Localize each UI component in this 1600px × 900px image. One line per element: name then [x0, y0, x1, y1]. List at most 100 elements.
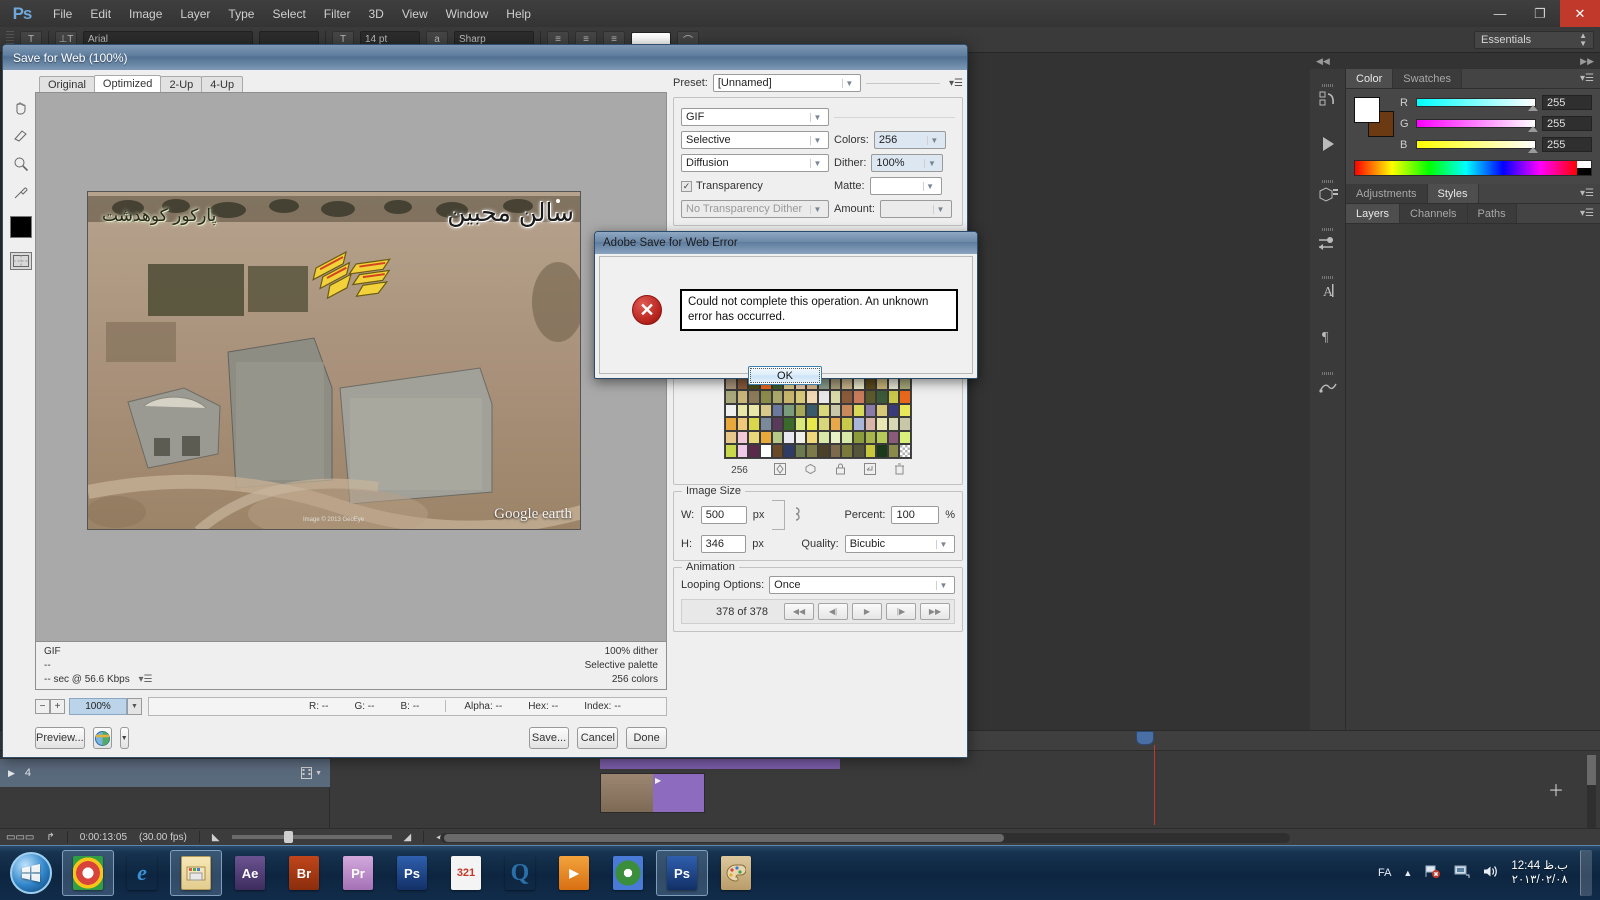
volume-icon[interactable]: [1482, 864, 1499, 882]
color-table-swatch[interactable]: [864, 417, 877, 431]
preset-select[interactable]: [Unnamed] ▼: [712, 74, 861, 92]
hand-tool-icon[interactable]: [10, 98, 32, 118]
menu-item-select[interactable]: Select: [263, 3, 314, 25]
color-table-swatch[interactable]: [852, 389, 865, 404]
color-table-swatch[interactable]: [887, 389, 900, 404]
zoom-tool-icon[interactable]: [10, 154, 32, 174]
taskbar-media-center[interactable]: [602, 850, 654, 896]
playhead-marker[interactable]: [1136, 731, 1154, 745]
previous-frame-button[interactable]: ◀|: [818, 603, 848, 620]
color-table-swatch[interactable]: [725, 417, 737, 431]
color-table-swatch[interactable]: [899, 430, 911, 445]
new-color-icon[interactable]: [863, 463, 876, 478]
show-hidden-icons-icon[interactable]: ▲: [1403, 868, 1412, 878]
menu-item-filter[interactable]: Filter: [315, 3, 360, 25]
constrain-proportions-icon[interactable]: [791, 506, 801, 525]
rail-adjust-icon[interactable]: [1311, 217, 1345, 263]
timeline-add-button[interactable]: ＋: [1548, 777, 1564, 801]
color-table-swatch[interactable]: [736, 403, 749, 418]
color-table-swatch[interactable]: [794, 430, 807, 445]
layers-panel-menu-icon[interactable]: ▾☰: [1574, 204, 1600, 223]
taskbar-windows-explorer[interactable]: [170, 850, 222, 896]
clock[interactable]: 12:44 ب.ظ ۲۰۱۳/۰۲/۰۸: [1511, 859, 1568, 887]
zoom-out-button[interactable]: −: [35, 698, 50, 714]
save-for-web-titlebar[interactable]: Save for Web (100%): [3, 45, 967, 70]
color-table-swatch[interactable]: [759, 430, 772, 445]
color-table-swatch[interactable]: [794, 389, 807, 404]
color-table-swatch[interactable]: [841, 444, 853, 458]
tab-2-up[interactable]: 2-Up: [160, 76, 203, 92]
color-table-swatch[interactable]: [864, 389, 877, 404]
color-table-swatch[interactable]: [806, 403, 818, 418]
dock-collapse-bar[interactable]: ◀◀ ▶▶: [1310, 53, 1600, 69]
timeline-audio-track[interactable]: [600, 759, 840, 769]
color-table-swatch[interactable]: [841, 430, 853, 445]
next-frame-button[interactable]: |▶: [886, 603, 916, 620]
color-table-swatch[interactable]: [806, 417, 818, 431]
taskbar-quicktime[interactable]: Q: [494, 850, 546, 896]
tab-channels[interactable]: Channels: [1400, 204, 1468, 223]
menu-item-3d[interactable]: 3D: [359, 3, 392, 25]
color-table-swatch[interactable]: [841, 389, 853, 404]
color-table-swatch[interactable]: [771, 417, 784, 431]
color-table-swatch[interactable]: [818, 430, 830, 445]
color-table-swatch[interactable]: [864, 430, 877, 445]
color-table-swatch[interactable]: [876, 389, 888, 404]
save-button[interactable]: Save...: [528, 727, 570, 749]
color-table-swatch[interactable]: [794, 403, 807, 418]
color-table-swatch[interactable]: [725, 389, 737, 404]
color-table-swatch[interactable]: [759, 444, 772, 458]
channel-value-r[interactable]: 255: [1542, 95, 1592, 110]
lock-color-icon[interactable]: [835, 463, 846, 478]
color-table-swatch[interactable]: [783, 430, 795, 445]
taskbar-internet-explorer[interactable]: e: [116, 850, 168, 896]
zoom-in-button[interactable]: +: [50, 698, 65, 714]
color-table-swatch[interactable]: [829, 417, 842, 431]
timeline-horizontal-scrollbar[interactable]: [440, 833, 1290, 843]
color-table-swatch[interactable]: [783, 444, 795, 458]
collapse-right-icon[interactable]: ▶▶: [1580, 56, 1594, 67]
dither-amount-select[interactable]: 100% ▼: [871, 154, 944, 172]
eyedropper-tool-icon[interactable]: [10, 182, 32, 202]
color-table-swatch[interactable]: [783, 417, 795, 431]
color-table-swatch[interactable]: [876, 444, 888, 458]
file-format-select[interactable]: GIF ▼: [681, 108, 829, 126]
color-table-swatch[interactable]: [887, 417, 900, 431]
color-table-swatch[interactable]: [771, 444, 784, 458]
delete-color-icon[interactable]: [894, 463, 905, 478]
rail-3d-icon[interactable]: [1311, 169, 1345, 215]
color-table-swatch[interactable]: [748, 389, 760, 404]
color-table-swatch[interactable]: [759, 389, 772, 404]
snap-to-web-icon[interactable]: [773, 463, 786, 478]
height-input[interactable]: 346: [700, 535, 747, 553]
taskbar-paint-app[interactable]: [710, 850, 762, 896]
color-table-swatch[interactable]: [771, 430, 784, 445]
tab-optimized[interactable]: Optimized: [93, 75, 162, 92]
color-table-swatch[interactable]: [876, 417, 888, 431]
color-table-swatch[interactable]: [725, 430, 737, 445]
done-button[interactable]: Done: [626, 727, 668, 749]
language-indicator[interactable]: FA: [1378, 867, 1391, 879]
close-button[interactable]: ✕: [1560, 0, 1600, 27]
colors-select[interactable]: 256 ▼: [873, 131, 946, 149]
color-table-swatch[interactable]: [748, 403, 760, 418]
network-icon[interactable]: [1453, 864, 1470, 882]
zoom-in-icon[interactable]: ◢: [404, 832, 412, 843]
color-table-swatch[interactable]: [806, 430, 818, 445]
color-table-swatch[interactable]: [794, 444, 807, 458]
preview-browser-icon[interactable]: [92, 727, 112, 749]
color-table-swatch[interactable]: [841, 417, 853, 431]
taskbar-photoshop-1[interactable]: Ps: [386, 850, 438, 896]
color-table-swatch[interactable]: [725, 403, 737, 418]
slider-track-r[interactable]: [1416, 98, 1538, 111]
taskbar-after-effects[interactable]: Ae: [224, 850, 276, 896]
color-table-swatch[interactable]: [771, 403, 784, 418]
restore-button[interactable]: ❐: [1520, 0, 1560, 27]
layer-expand-icon[interactable]: ▶: [8, 768, 15, 779]
color-table-swatch[interactable]: [887, 430, 900, 445]
color-table-swatch[interactable]: [887, 403, 900, 418]
satellite-image-preview[interactable]: سالن محبین پارکور کوهدشت Google earth Im…: [87, 191, 581, 530]
color-table-swatch[interactable]: [864, 403, 877, 418]
color-table-swatch[interactable]: [899, 403, 911, 418]
slider-track-b[interactable]: [1416, 140, 1538, 153]
